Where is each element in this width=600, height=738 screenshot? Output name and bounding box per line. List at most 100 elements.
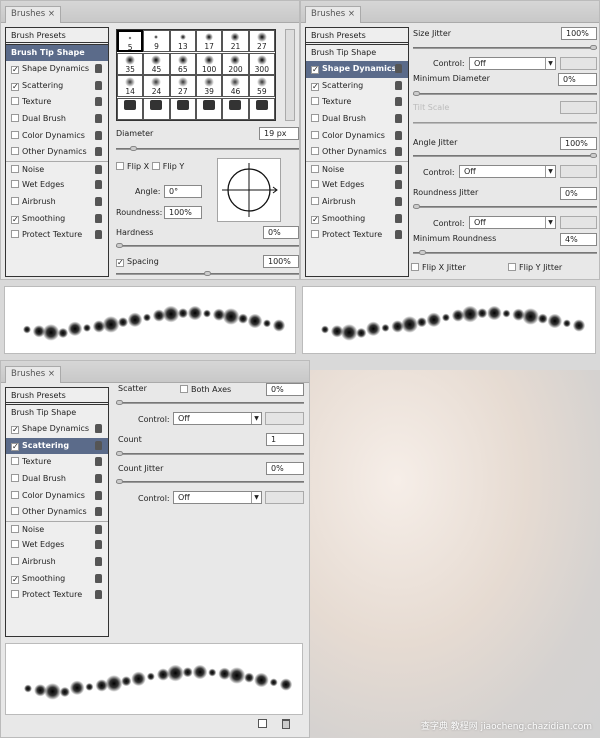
slider-knob[interactable] [413, 91, 420, 96]
protect-texture-checkbox[interactable] [11, 230, 19, 239]
flip-x-checkbox[interactable] [116, 162, 124, 170]
brush-preset[interactable] [169, 97, 196, 120]
sidebar-item-protect-texture[interactable]: Protect Texture [306, 227, 408, 244]
roundness-field[interactable]: 100% [164, 206, 202, 219]
scatter-slider[interactable] [116, 400, 304, 405]
count-jitter-field[interactable]: 0% [266, 462, 304, 475]
sidebar-item-shape-dynamics[interactable]: ✓ Shape Dynamics [6, 61, 108, 78]
dual-brush-checkbox[interactable] [311, 113, 319, 122]
size-jitter-slider[interactable] [413, 45, 597, 50]
size-control-select[interactable]: Off ▼ [469, 57, 556, 70]
count-slider[interactable] [116, 451, 304, 456]
sidebar-item-protect-texture[interactable]: Protect Texture [6, 587, 108, 604]
sidebar-item-texture[interactable]: Texture [306, 94, 408, 111]
angle-control-select[interactable]: Off ▼ [459, 165, 556, 178]
lock-icon[interactable] [395, 213, 402, 223]
sidebar-item-brush-presets[interactable]: Brush Presets [306, 28, 408, 45]
brush-angle-preview[interactable] [217, 158, 281, 222]
min-roundness-slider[interactable] [413, 250, 597, 255]
sidebar-item-wet-edges[interactable]: Wet Edges [306, 177, 408, 194]
noise-checkbox[interactable] [11, 524, 19, 533]
trash-icon[interactable] [282, 719, 290, 729]
angle-jitter-slider[interactable] [413, 153, 597, 158]
noise-checkbox[interactable] [11, 164, 19, 173]
sidebar-item-other-dynamics[interactable]: Other Dynamics [6, 504, 108, 521]
lock-icon[interactable] [95, 64, 102, 74]
lock-icon[interactable] [95, 573, 102, 583]
sidebar-item-brush-tip-shape[interactable]: Brush Tip Shape [306, 45, 408, 62]
brush-preset[interactable]: 27 [248, 30, 275, 52]
brush-preset[interactable]: 21 [222, 30, 249, 52]
brush-preset[interactable]: 13 [169, 30, 196, 52]
lock-icon[interactable] [95, 97, 102, 107]
protect-texture-checkbox[interactable] [11, 590, 19, 599]
other-dynamics-checkbox[interactable] [311, 147, 319, 156]
brush-preset-grid[interactable]: 5 9 13 17 21 27 35 45 65 100 200 300 14 24 27 39 46 59 [116, 29, 276, 121]
lock-icon[interactable] [95, 130, 102, 140]
slider-knob[interactable] [116, 243, 123, 248]
slider-knob[interactable] [116, 451, 123, 456]
brush-preset[interactable]: 9 [143, 30, 170, 52]
airbrush-checkbox[interactable] [11, 196, 19, 205]
smoothing-checkbox[interactable]: ✓ [11, 575, 19, 584]
sidebar-item-color-dynamics[interactable]: Color Dynamics [306, 128, 408, 145]
flip-y-jitter-checkbox[interactable] [508, 263, 516, 271]
noise-checkbox[interactable] [311, 164, 319, 173]
hardness-slider[interactable] [116, 243, 299, 248]
preset-scrollbar[interactable] [285, 29, 295, 121]
shape-dynamics-checkbox[interactable]: ✓ [311, 66, 319, 75]
sidebar-item-airbrush[interactable]: Airbrush [306, 194, 408, 211]
lock-icon[interactable] [95, 556, 102, 566]
min-diameter-slider[interactable] [413, 91, 597, 96]
sidebar-item-noise[interactable]: Noise [306, 160, 408, 178]
sidebar-item-color-dynamics[interactable]: Color Dynamics [6, 488, 108, 505]
sidebar-item-color-dynamics[interactable]: Color Dynamics [6, 128, 108, 145]
min-roundness-field[interactable]: 4% [560, 233, 597, 246]
brush-preset[interactable]: 65 [169, 52, 196, 75]
texture-checkbox[interactable] [311, 97, 319, 106]
sidebar-item-scattering[interactable]: ✓ Scattering [6, 437, 108, 455]
brush-preset[interactable]: 5 [117, 30, 144, 52]
color-dynamics-checkbox[interactable] [311, 130, 319, 139]
sidebar-item-shape-dynamics[interactable]: ✓ Shape Dynamics [6, 421, 108, 438]
sidebar-item-smoothing[interactable]: ✓ Smoothing [6, 571, 108, 588]
brushes-tab[interactable]: Brushes × [5, 6, 62, 23]
color-dynamics-checkbox[interactable] [11, 130, 19, 139]
slider-knob[interactable] [413, 204, 420, 209]
sidebar-item-dual-brush[interactable]: Dual Brush [6, 111, 108, 128]
sidebar-item-smoothing[interactable]: ✓ Smoothing [6, 211, 108, 228]
wet-edges-checkbox[interactable] [311, 180, 319, 189]
brush-preset[interactable] [222, 97, 249, 120]
texture-checkbox[interactable] [11, 457, 19, 466]
other-dynamics-checkbox[interactable] [11, 507, 19, 516]
airbrush-checkbox[interactable] [311, 196, 319, 205]
flip-x-jitter-checkbox[interactable] [411, 263, 419, 271]
lock-icon[interactable] [395, 64, 402, 74]
wet-edges-checkbox[interactable] [11, 180, 19, 189]
lock-icon[interactable] [395, 97, 402, 107]
lock-icon[interactable] [395, 113, 402, 123]
brush-preset[interactable]: 35 [117, 52, 144, 75]
sidebar-item-scattering[interactable]: ✓ Scattering [6, 78, 108, 95]
both-axes-checkbox[interactable] [180, 385, 188, 393]
min-diameter-field[interactable]: 0% [558, 73, 597, 86]
lock-icon[interactable] [95, 80, 102, 90]
lock-icon[interactable] [95, 473, 102, 483]
diameter-field[interactable]: 19 px [259, 127, 299, 140]
other-dynamics-checkbox[interactable] [11, 147, 19, 156]
lock-icon[interactable] [395, 164, 402, 174]
roundness-jitter-slider[interactable] [413, 204, 597, 209]
slider-knob[interactable] [130, 146, 137, 151]
lock-icon[interactable] [95, 424, 102, 434]
brush-preset[interactable]: 300 [248, 52, 275, 75]
shape-dynamics-checkbox[interactable]: ✓ [11, 66, 19, 75]
new-preset-icon[interactable] [258, 719, 267, 728]
spacing-checkbox[interactable]: ✓ [116, 259, 124, 267]
dual-brush-checkbox[interactable] [11, 113, 19, 122]
lock-icon[interactable] [95, 230, 102, 240]
airbrush-checkbox[interactable] [11, 556, 19, 565]
protect-texture-checkbox[interactable] [311, 230, 319, 239]
sidebar-item-noise[interactable]: Noise [6, 160, 108, 178]
lock-icon[interactable] [95, 507, 102, 517]
sidebar-item-protect-texture[interactable]: Protect Texture [6, 227, 108, 244]
